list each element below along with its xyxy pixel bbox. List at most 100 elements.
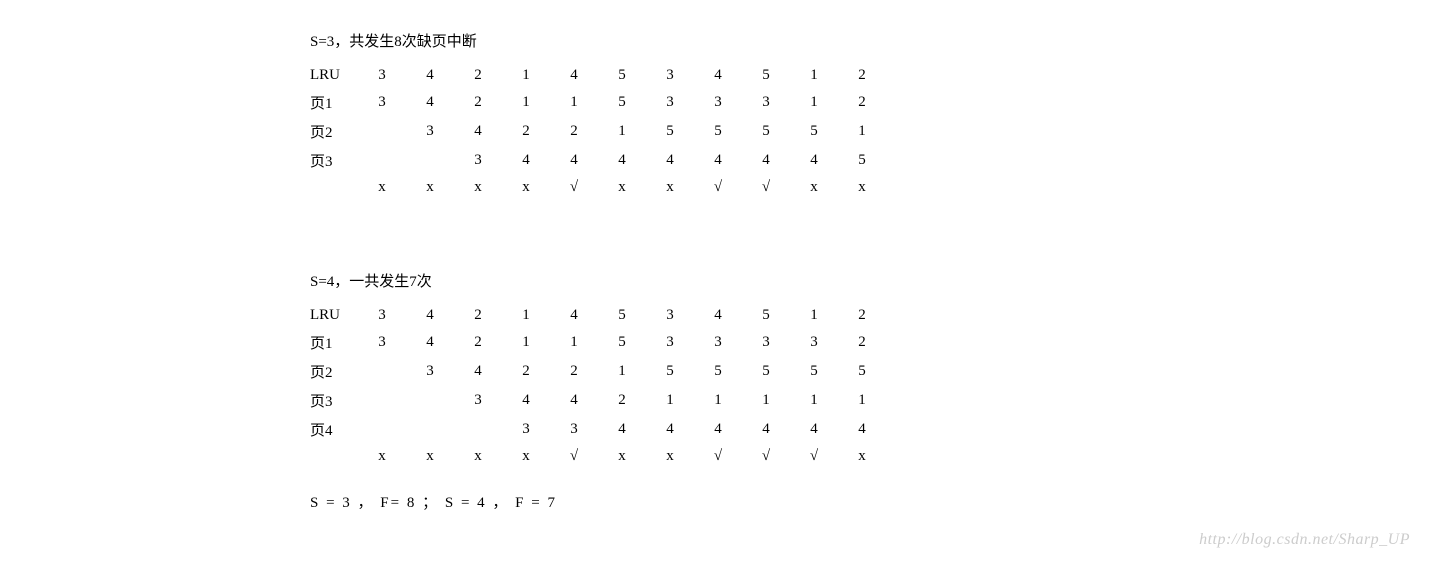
cell: 1	[838, 386, 886, 415]
table-row: LRU34214534512	[310, 63, 886, 88]
cell: 3	[790, 328, 838, 357]
row-label: 页3	[310, 386, 358, 415]
cell: 4	[742, 146, 790, 175]
cell: 4	[694, 415, 742, 444]
cell: x	[646, 444, 694, 469]
cell: x	[406, 444, 454, 469]
cell: 1	[598, 117, 646, 146]
cell: x	[406, 175, 454, 200]
cell: x	[502, 175, 550, 200]
row-label	[310, 444, 358, 469]
cell: 3	[646, 328, 694, 357]
cell: 3	[502, 415, 550, 444]
table-s4: LRU34214534512页134211533332页23422155555页…	[310, 303, 886, 469]
cell: 4	[646, 415, 694, 444]
cell: x	[454, 175, 502, 200]
cell	[454, 415, 502, 444]
watermark: http://blog.csdn.net/Sharp_UP	[1199, 531, 1410, 549]
cell: x	[358, 175, 406, 200]
cell: 5	[790, 117, 838, 146]
cell: 3	[694, 88, 742, 117]
cell: 1	[502, 88, 550, 117]
cell: 1	[502, 303, 550, 328]
cell: 3	[358, 328, 406, 357]
cell	[406, 415, 454, 444]
cell: 4	[454, 357, 502, 386]
table-row: 页433444444	[310, 415, 886, 444]
row-label: LRU	[310, 63, 358, 88]
table-row: 页3344444445	[310, 146, 886, 175]
cell: 4	[502, 386, 550, 415]
cell: 1	[790, 88, 838, 117]
cell: 2	[838, 328, 886, 357]
cell: 2	[502, 117, 550, 146]
row-label: 页4	[310, 415, 358, 444]
cell	[358, 386, 406, 415]
cell: 4	[838, 415, 886, 444]
cell: 5	[694, 117, 742, 146]
cell: 2	[454, 63, 502, 88]
row-label: 页2	[310, 117, 358, 146]
cell: 5	[646, 117, 694, 146]
section-s3: S=3，共发生8次缺页中断 LRU34214534512页13421153331…	[310, 30, 1430, 200]
cell: 1	[742, 386, 790, 415]
cell	[358, 415, 406, 444]
cell: √	[790, 444, 838, 469]
cell	[358, 117, 406, 146]
cell: 4	[598, 146, 646, 175]
cell: 1	[790, 63, 838, 88]
cell: 2	[550, 117, 598, 146]
cell: 4	[694, 146, 742, 175]
cell: 2	[454, 303, 502, 328]
cell: 4	[694, 63, 742, 88]
cell: 3	[646, 303, 694, 328]
table-row: LRU34214534512	[310, 303, 886, 328]
table-row: xxxx√xx√√√x	[310, 444, 886, 469]
row-label: 页2	[310, 357, 358, 386]
cell: 5	[742, 63, 790, 88]
cell: 1	[646, 386, 694, 415]
cell: 3	[358, 88, 406, 117]
cell: 4	[790, 415, 838, 444]
cell: 3	[454, 386, 502, 415]
cell: 1	[694, 386, 742, 415]
cell: √	[742, 175, 790, 200]
cell: 1	[598, 357, 646, 386]
cell: 5	[838, 146, 886, 175]
cell	[358, 146, 406, 175]
cell: 3	[358, 303, 406, 328]
cell: x	[598, 175, 646, 200]
cell: 2	[598, 386, 646, 415]
cell: 4	[406, 88, 454, 117]
cell: 4	[790, 146, 838, 175]
cell: 3	[646, 63, 694, 88]
cell: 2	[838, 88, 886, 117]
cell: 3	[742, 88, 790, 117]
cell: 4	[550, 146, 598, 175]
cell: 5	[598, 88, 646, 117]
cell: 5	[742, 117, 790, 146]
cell: x	[838, 444, 886, 469]
cell: 2	[454, 328, 502, 357]
cell: 2	[502, 357, 550, 386]
cell: 3	[742, 328, 790, 357]
table-row: 页134211533332	[310, 328, 886, 357]
cell: 1	[502, 328, 550, 357]
table-row: 页23422155551	[310, 117, 886, 146]
summary-line: S = 3 ， F= 8 ； S = 4 ， F = 7	[310, 491, 1430, 512]
section-s4-title: S=4，一共发生7次	[310, 270, 1430, 291]
cell: 2	[838, 63, 886, 88]
cell: x	[598, 444, 646, 469]
cell: x	[646, 175, 694, 200]
cell: 4	[742, 415, 790, 444]
row-label: 页1	[310, 328, 358, 357]
cell: 4	[694, 303, 742, 328]
cell: 4	[646, 146, 694, 175]
cell: x	[838, 175, 886, 200]
cell	[358, 357, 406, 386]
cell: 4	[454, 117, 502, 146]
row-label: 页3	[310, 146, 358, 175]
cell	[406, 386, 454, 415]
row-label	[310, 175, 358, 200]
cell: 5	[598, 328, 646, 357]
